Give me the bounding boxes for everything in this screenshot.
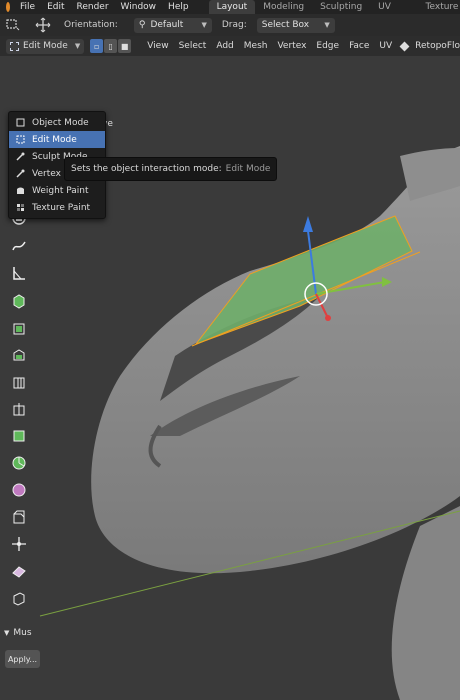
orientation-value: Default	[150, 20, 184, 30]
menu-mesh[interactable]: Mesh	[239, 36, 273, 56]
drag-value: Select Box	[261, 20, 310, 30]
bevel-icon[interactable]	[8, 371, 30, 393]
shear-icon[interactable]	[8, 587, 30, 609]
retopoflow-label: RetopoFlo	[415, 41, 460, 51]
tab-texture-paint[interactable]: Texture Paint	[418, 0, 460, 26]
menu-vertex[interactable]: Vertex	[272, 36, 311, 56]
shrink-fatten-icon[interactable]	[8, 560, 30, 582]
menu-item-object-mode[interactable]: Object Mode	[9, 114, 105, 131]
collapse-triangle-icon[interactable]: ▼	[4, 629, 9, 637]
menu-item-texture-paint[interactable]: Texture Paint	[9, 199, 105, 216]
chevron-down-icon: ▼	[324, 21, 330, 29]
viewport-header: Edit Mode ▼ ▫ ▯ ■ View Select Add Mesh V…	[0, 36, 460, 56]
tooltip-value: Edit Mode	[225, 164, 271, 174]
apply-button[interactable]: Apply...	[5, 650, 40, 668]
vertex-paint-icon	[15, 168, 26, 179]
object-mode-icon	[15, 117, 26, 128]
menu-select[interactable]: Select	[174, 36, 212, 56]
tab-modeling[interactable]: Modeling	[255, 0, 312, 14]
mode-dropdown[interactable]: Edit Mode ▼	[6, 38, 85, 54]
retopoflow-icon	[399, 41, 410, 51]
3d-viewport[interactable]: tive	[0, 56, 460, 700]
orientation-dropdown[interactable]: ⚲ Default ▼	[133, 17, 212, 33]
edit-mode-icon	[10, 41, 19, 51]
knife-icon[interactable]	[8, 425, 30, 447]
tool-settings-header: Orientation: ⚲ Default ▼ Drag: Select Bo…	[0, 14, 460, 36]
last-operator-panel[interactable]: ▼ Mus	[4, 628, 32, 638]
orientation-label: Orientation:	[64, 20, 118, 30]
drag-label: Drag:	[221, 20, 247, 30]
inset-icon[interactable]	[8, 344, 30, 366]
add-cube-icon[interactable]	[8, 290, 30, 312]
select-mode-group: ▫ ▯ ■	[90, 39, 132, 53]
menu-help[interactable]: Help	[162, 0, 195, 14]
menu-window[interactable]: Window	[115, 0, 163, 14]
smooth-icon[interactable]	[8, 506, 30, 528]
chevron-down-icon: ▼	[74, 42, 81, 50]
annotate-icon[interactable]	[8, 235, 30, 257]
menu-item-edit-mode[interactable]: Edit Mode	[9, 131, 105, 148]
measure-icon[interactable]	[8, 262, 30, 284]
menu-item-weight-paint[interactable]: Weight Paint	[9, 182, 105, 199]
workspace-tabs: Layout Modeling Sculpting UV Editing Tex…	[208, 0, 460, 26]
menu-edge[interactable]: Edge	[311, 36, 344, 56]
mode-tooltip: Sets the object interaction mode: Edit M…	[64, 157, 278, 181]
viewport-menus: View Select Add Mesh Vertex Edge Face UV	[142, 36, 397, 56]
sculpt-mesh-tail	[391, 506, 460, 700]
face-select-icon[interactable]: ■	[118, 39, 132, 53]
edge-select-icon[interactable]: ▯	[104, 39, 118, 53]
tooltip-text: Sets the object interaction mode:	[71, 164, 222, 174]
weight-paint-icon	[15, 185, 26, 196]
sculpt-mode-icon	[15, 151, 26, 162]
menu-file[interactable]: File	[14, 0, 41, 14]
texture-paint-icon	[15, 202, 26, 213]
transform-pivot-icon[interactable]	[32, 16, 54, 34]
retopoflow-menu[interactable]: RetopoFlo	[399, 41, 460, 51]
drag-dropdown[interactable]: Select Box ▼	[256, 17, 335, 33]
extrude-icon[interactable]	[8, 317, 30, 339]
menu-add[interactable]: Add	[211, 36, 238, 56]
blender-logo-icon[interactable]	[6, 2, 10, 12]
edge-slide-icon[interactable]	[8, 533, 30, 555]
tool-shelf	[6, 180, 34, 614]
menu-face[interactable]: Face	[344, 36, 374, 56]
editor-type-icon[interactable]	[2, 16, 24, 34]
tab-uv-editing[interactable]: UV Editing	[370, 0, 417, 26]
poly-build-icon[interactable]	[8, 452, 30, 474]
mode-value: Edit Mode	[23, 41, 68, 51]
spin-icon[interactable]	[8, 479, 30, 501]
menu-edit[interactable]: Edit	[41, 0, 70, 14]
top-menu-bar: File Edit Render Window Help Layout Mode…	[0, 0, 460, 26]
sculpt-mesh	[91, 146, 460, 574]
menu-view[interactable]: View	[142, 36, 173, 56]
menu-render[interactable]: Render	[71, 0, 115, 14]
tab-sculpting[interactable]: Sculpting	[312, 0, 370, 14]
loop-cut-icon[interactable]	[8, 398, 30, 420]
tab-layout[interactable]: Layout	[208, 0, 256, 14]
menu-uv[interactable]: UV	[374, 36, 397, 56]
last-operator-title: Mus	[13, 628, 32, 638]
vertex-select-icon[interactable]: ▫	[90, 39, 104, 53]
orientation-icon: ⚲	[138, 20, 146, 30]
edit-mode-icon	[15, 134, 26, 145]
main-menu: File Edit Render Window Help	[14, 0, 195, 14]
chevron-down-icon: ▼	[201, 21, 207, 29]
